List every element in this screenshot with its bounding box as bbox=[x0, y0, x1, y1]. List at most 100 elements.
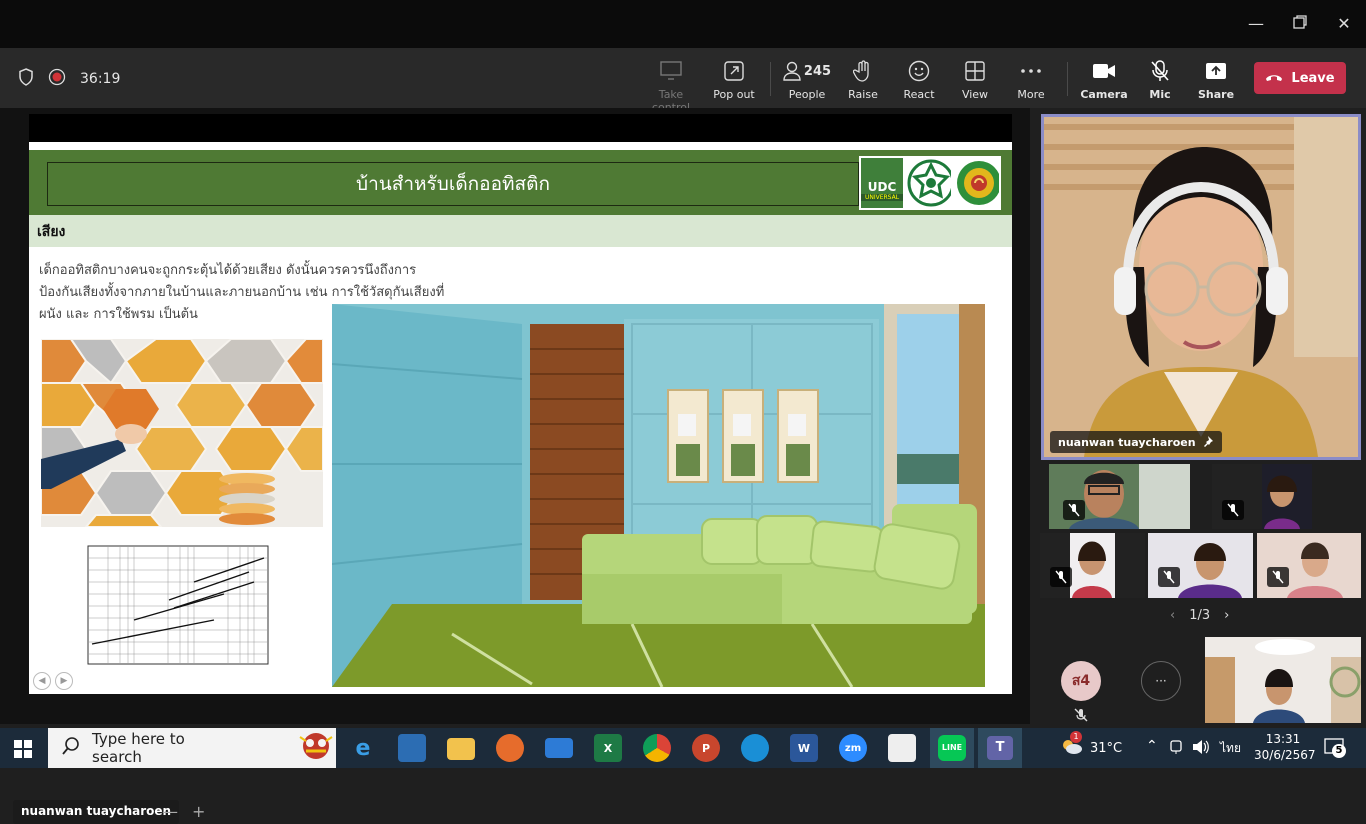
pinned-video-tile[interactable]: nuanwan tuaycharoen bbox=[1041, 114, 1361, 460]
sound-absorption-graph bbox=[74, 542, 274, 682]
participant-tile-5[interactable] bbox=[1257, 533, 1361, 598]
udc-logo: UDC UNIVERSAL bbox=[861, 158, 903, 208]
slide-letterbox bbox=[29, 114, 1012, 142]
edge-icon[interactable] bbox=[741, 734, 769, 762]
mic-off-icon bbox=[1074, 707, 1088, 726]
view-button[interactable]: View bbox=[945, 60, 1005, 101]
search-icon bbox=[62, 737, 80, 759]
participant-tile-3[interactable] bbox=[1040, 533, 1145, 598]
share-button[interactable]: Share bbox=[1186, 60, 1246, 101]
toolbar-divider bbox=[770, 62, 771, 96]
react-button[interactable]: React bbox=[889, 60, 949, 101]
notification-center-icon[interactable]: 5 bbox=[1324, 738, 1346, 760]
internet-explorer-icon[interactable]: e bbox=[349, 734, 377, 762]
hand-icon bbox=[833, 60, 893, 82]
chevron-left-icon[interactable]: ‹ bbox=[1170, 608, 1175, 623]
chevron-up-icon[interactable]: ⌃ bbox=[1146, 738, 1158, 754]
take-control-icon bbox=[641, 60, 701, 82]
pop-out-icon bbox=[704, 60, 764, 82]
share-icon bbox=[1186, 60, 1246, 82]
people-icon: 245 bbox=[777, 60, 837, 82]
take-control-button[interactable]: Take control bbox=[641, 60, 701, 114]
pin-icon[interactable] bbox=[1202, 435, 1214, 450]
zoom-out-icon[interactable]: — bbox=[162, 802, 178, 821]
self-view-tile[interactable] bbox=[1205, 637, 1361, 723]
self-view-video bbox=[1205, 637, 1361, 723]
mic-off-icon bbox=[1222, 500, 1244, 520]
soundproof-room-image bbox=[332, 304, 985, 687]
camera-button[interactable]: Camera bbox=[1074, 60, 1134, 101]
mic-off-icon bbox=[1267, 567, 1289, 587]
chrome-icon[interactable] bbox=[643, 734, 671, 762]
slide-controls: ◀ ▶ bbox=[29, 670, 229, 692]
scanner-app-icon[interactable] bbox=[888, 734, 916, 762]
windows-taskbar: Type here to search e X P W zm LINE T 1 … bbox=[0, 728, 1366, 768]
more-button[interactable]: More bbox=[1001, 60, 1061, 101]
chevron-right-icon[interactable]: › bbox=[1224, 608, 1229, 623]
teams-icon[interactable]: T bbox=[978, 728, 1022, 768]
participant-video bbox=[1044, 117, 1358, 457]
hang-up-icon bbox=[1265, 71, 1283, 86]
camera-icon bbox=[1074, 60, 1134, 82]
grid-icon bbox=[945, 60, 1005, 82]
participant-video bbox=[1070, 533, 1115, 598]
participant-video bbox=[1257, 533, 1361, 598]
participant-name-tag: nuanwan tuaycharoen bbox=[1050, 431, 1222, 453]
word-icon[interactable]: W bbox=[790, 734, 818, 762]
line-icon[interactable]: LINE bbox=[930, 728, 974, 768]
raise-hand-button[interactable]: Raise bbox=[833, 60, 893, 101]
mic-button[interactable]: Mic bbox=[1130, 60, 1190, 101]
acoustic-panel-photo bbox=[41, 339, 323, 527]
minimize-icon[interactable]: — bbox=[1244, 12, 1268, 36]
close-icon[interactable]: ✕ bbox=[1332, 12, 1356, 36]
slide-section-label: เสียง bbox=[29, 215, 1012, 247]
slide-title: บ้านสำหรับเด็กออทิสติก bbox=[47, 162, 859, 206]
toolbar-divider bbox=[1067, 62, 1068, 96]
shield-icon bbox=[18, 68, 34, 90]
meeting-timer: 36:19 bbox=[80, 71, 121, 87]
meeting-toolbar: 36:19 Take control Pop out 245 People Ra… bbox=[0, 48, 1366, 114]
mail-icon[interactable] bbox=[545, 738, 573, 758]
participant-tile-1[interactable] bbox=[1049, 464, 1190, 529]
participant-tile-2[interactable] bbox=[1212, 464, 1312, 529]
mic-off-icon bbox=[1063, 500, 1085, 520]
zoom-icon[interactable]: zm bbox=[839, 734, 867, 762]
mic-off-icon bbox=[1130, 60, 1190, 82]
participant-avatar[interactable]: ส4 bbox=[1061, 661, 1101, 701]
shared-slide: บ้านสำหรับเด็กออทิสติก UDC UNIVERSAL เสี… bbox=[29, 142, 1012, 694]
weather-widget[interactable]: 1 31°C bbox=[1060, 728, 1122, 768]
windows-start-icon[interactable] bbox=[14, 740, 32, 762]
weather-icon: 1 bbox=[1060, 731, 1082, 759]
more-participants-button[interactable]: ··· bbox=[1141, 661, 1181, 701]
microsoft-store-icon[interactable] bbox=[398, 734, 426, 762]
next-slide-icon[interactable]: ▶ bbox=[55, 672, 73, 690]
firefox-icon[interactable] bbox=[496, 734, 524, 762]
zoom-in-icon[interactable]: + bbox=[192, 802, 205, 821]
network-icon[interactable] bbox=[1168, 739, 1184, 759]
people-count: 245 bbox=[803, 63, 832, 79]
people-button[interactable]: 245 People bbox=[777, 60, 837, 101]
language-indicator[interactable]: ไทย bbox=[1220, 728, 1241, 768]
participant-video bbox=[1148, 533, 1253, 598]
pop-out-button[interactable]: Pop out bbox=[704, 60, 764, 101]
gold-seal-icon bbox=[955, 158, 999, 208]
dragon-mask-icon bbox=[296, 731, 336, 765]
smiley-icon bbox=[889, 60, 949, 82]
mic-off-icon bbox=[1050, 567, 1072, 587]
mic-off-icon bbox=[1158, 567, 1180, 587]
presenter-name-tag: nuanwan tuaycharoen bbox=[13, 800, 180, 824]
leave-button[interactable]: Leave bbox=[1254, 62, 1346, 94]
speaker-icon[interactable] bbox=[1192, 739, 1210, 759]
taskbar-clock[interactable]: 13:31 30/6/2567 bbox=[1254, 731, 1316, 763]
maximize-icon[interactable] bbox=[1288, 12, 1312, 36]
taskbar-search-box[interactable]: Type here to search bbox=[48, 728, 336, 768]
file-explorer-icon[interactable] bbox=[447, 738, 475, 760]
powerpoint-icon[interactable]: P bbox=[692, 734, 720, 762]
more-dots-icon bbox=[1001, 60, 1061, 82]
prev-slide-icon[interactable]: ◀ bbox=[33, 672, 51, 690]
slide-header: บ้านสำหรับเด็กออทิสติก UDC UNIVERSAL bbox=[29, 150, 1012, 215]
participant-tile-4[interactable] bbox=[1148, 533, 1253, 598]
slide-logos: UDC UNIVERSAL bbox=[859, 156, 1001, 210]
excel-icon[interactable]: X bbox=[594, 734, 622, 762]
window-titlebar: — ✕ bbox=[0, 0, 1366, 48]
